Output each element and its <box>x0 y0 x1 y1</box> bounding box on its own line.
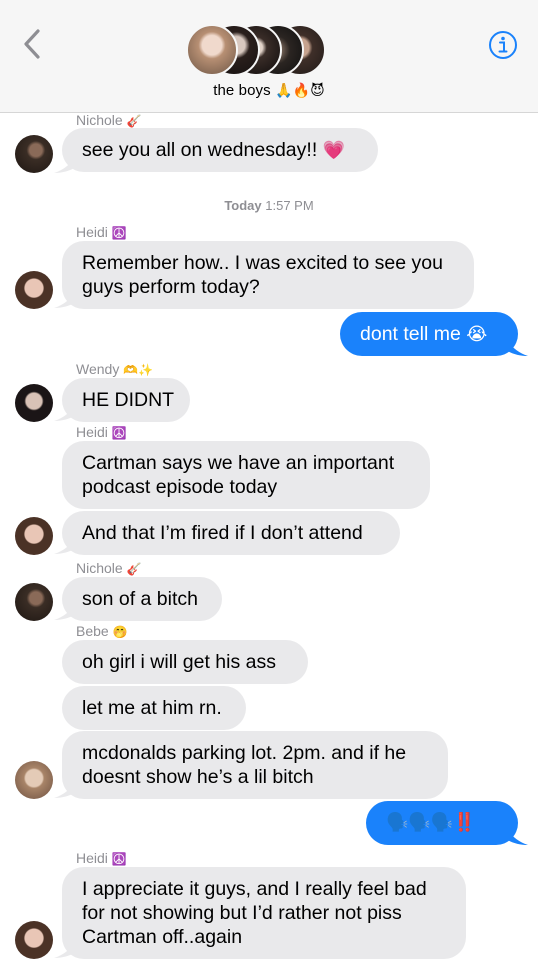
avatar <box>186 24 238 76</box>
avatar[interactable] <box>15 761 53 799</box>
group-name[interactable]: the boys 🙏🔥😈 <box>0 82 538 99</box>
message-bubble[interactable]: mcdonalds parking lot. 2pm. and if he do… <box>62 731 448 799</box>
avatar[interactable] <box>15 921 53 959</box>
message-bubble[interactable]: HE DIDNT <box>62 378 190 422</box>
sender-name: Wendy 🫶✨ <box>76 361 154 377</box>
message-bubble[interactable]: And that I’m fired if I don’t attend <box>62 511 400 555</box>
sender-name: Heidi ☮️ <box>76 224 127 240</box>
chat-header: the boys 🙏🔥😈 <box>0 0 538 113</box>
avatar[interactable] <box>15 583 53 621</box>
group-emoji: 🙏🔥😈 <box>275 82 325 98</box>
message-bubble[interactable]: see you all on wednesday!! 💗 <box>62 128 378 172</box>
message-bubble[interactable]: Cartman says we have an important podcas… <box>62 441 430 509</box>
chevron-left-icon[interactable] <box>18 26 48 62</box>
avatar[interactable] <box>15 271 53 309</box>
message-bubble[interactable]: Remember how.. I was excited to see you … <box>62 241 474 309</box>
sender-name: Heidi ☮️ <box>76 850 127 866</box>
sender-name: Bebe 🤭 <box>76 623 128 639</box>
message-bubble[interactable]: dont tell me 😭 <box>340 312 518 356</box>
message-bubble[interactable]: son of a bitch <box>62 577 222 621</box>
avatar[interactable] <box>15 135 53 173</box>
message-bubble[interactable]: oh girl i will get his ass <box>62 640 308 684</box>
group-avatar-stack[interactable] <box>186 24 326 80</box>
timestamp: Today 1:57 PM <box>224 198 314 213</box>
sender-name: Heidi ☮️ <box>76 424 127 440</box>
sender-name: Nichole 🎸 <box>76 560 142 576</box>
sender-name: Nichole 🎸 <box>76 112 142 128</box>
avatar[interactable] <box>15 384 53 422</box>
info-icon[interactable] <box>488 30 518 60</box>
message-bubble[interactable]: let me at him rn. <box>62 686 246 730</box>
avatar[interactable] <box>15 517 53 555</box>
message-bubble[interactable]: I appreciate it guys, and I really feel … <box>62 867 466 959</box>
message-bubble[interactable]: 🗣️🗣️🗣️‼️ <box>366 801 518 845</box>
